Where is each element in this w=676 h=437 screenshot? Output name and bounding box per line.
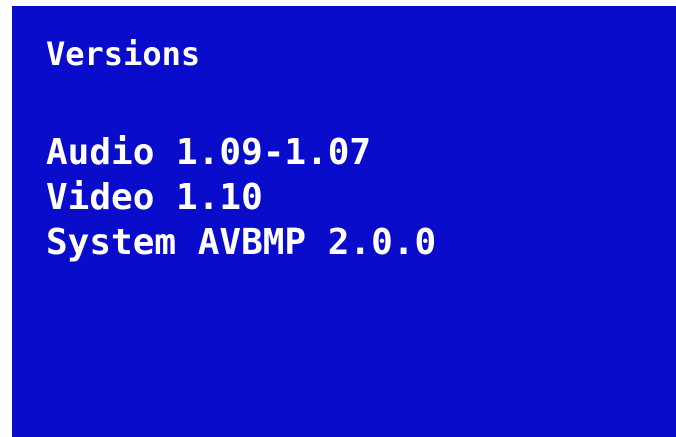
video-version: Video 1.10: [46, 177, 263, 218]
system-version: System AVBMP 2.0.0: [46, 222, 437, 263]
version-list: Audio 1.09-1.07 Video 1.10 System AVBMP …: [46, 130, 436, 265]
version-info-screen: Versions Audio 1.09-1.07 Video 1.10 Syst…: [12, 6, 676, 437]
audio-version: Audio 1.09-1.07: [46, 132, 372, 173]
screen-title: Versions: [46, 35, 201, 73]
